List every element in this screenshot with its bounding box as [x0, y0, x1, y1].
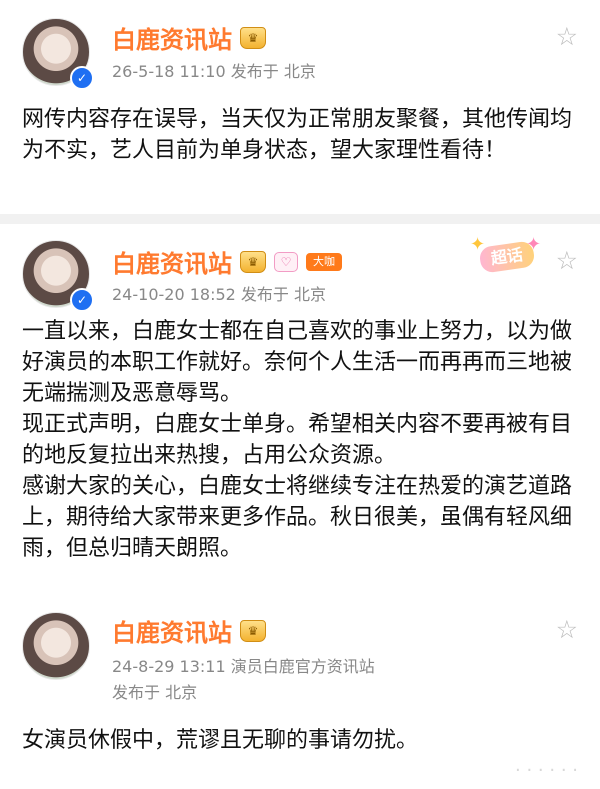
- chaohua-badge[interactable]: ✦ ✦ 超话: [470, 234, 544, 280]
- daka-badge: 大咖: [306, 252, 342, 271]
- post-meta: 26-5-18 11:10 发布于 北京: [112, 62, 316, 81]
- post-meta-line-2: 发布于 北京: [112, 683, 198, 702]
- crown-icon: ♛: [240, 250, 266, 273]
- weibo-post-2: ✓ 白鹿资讯站 ♛ ♡ 大咖 ✦ ✦ 超话 24-10-20 18:52 发布于…: [0, 224, 600, 599]
- post-meta: 24-10-20 18:52 发布于 北京: [112, 285, 326, 304]
- content-line: 一直以来，白鹿女士都在自己喜欢的事业上努力，以为做好演员的本职工作就好。奈何个人…: [22, 319, 573, 406]
- post-header: 白鹿资讯站 ♛: [112, 20, 266, 55]
- post-content: 一直以来，白鹿女士都在自己喜欢的事业上努力，以为做好演员的本职工作就好。奈何个人…: [22, 316, 578, 564]
- post-header: 白鹿资讯站 ♛ ♡ 大咖: [112, 244, 342, 279]
- crown-icon: ♛: [240, 26, 266, 49]
- favorite-star-icon[interactable]: ☆: [556, 24, 578, 49]
- avatar-container[interactable]: ✓: [22, 240, 94, 312]
- favorite-star-icon[interactable]: ☆: [556, 617, 578, 642]
- post-content: 女演员休假中，荒谬且无聊的事请勿扰。: [22, 728, 419, 753]
- avatar-container[interactable]: ✓: [22, 18, 94, 90]
- avatar: [22, 612, 90, 680]
- author-name[interactable]: 白鹿资讯站: [112, 613, 232, 648]
- author-name[interactable]: 白鹿资讯站: [112, 20, 232, 55]
- post-separator: [0, 214, 600, 224]
- post-meta-line-1: 24-8-29 13:11 演员白鹿官方资讯站: [112, 657, 375, 676]
- verified-badge-icon: ✓: [70, 288, 94, 312]
- favorite-star-icon[interactable]: ☆: [556, 248, 578, 273]
- weibo-post-3: 白鹿资讯站 ♛ 24-8-29 13:11 演员白鹿官方资讯站 发布于 北京 ☆…: [0, 599, 600, 789]
- verified-badge-icon: ✓: [70, 66, 94, 90]
- content-line: 感谢大家的关心，白鹿女士将继续专注在热爱的演艺道路上，期待给大家带来更多作品。秋…: [22, 474, 573, 561]
- membership-badge-icon: ♡: [274, 251, 298, 272]
- author-name[interactable]: 白鹿资讯站: [112, 244, 232, 279]
- weibo-post-1: ✓ 白鹿资讯站 ♛ 26-5-18 11:10 发布于 北京 ☆ 网传内容存在误…: [0, 0, 600, 214]
- post-header: 白鹿资讯站 ♛: [112, 613, 266, 648]
- chaohua-label: 超话: [478, 240, 536, 274]
- post-content: 网传内容存在误导，当天仅为正常朋友聚餐，其他传闻均为不实，艺人目前为单身状态，望…: [22, 107, 573, 163]
- content-line: 现正式声明，白鹿女士单身。希望相关内容不要再被有目的地反复拉出来热搜，占用公众资…: [22, 412, 573, 468]
- watermark: · · · · · ·: [515, 760, 578, 781]
- avatar-container[interactable]: [22, 612, 92, 682]
- crown-icon: ♛: [240, 619, 266, 642]
